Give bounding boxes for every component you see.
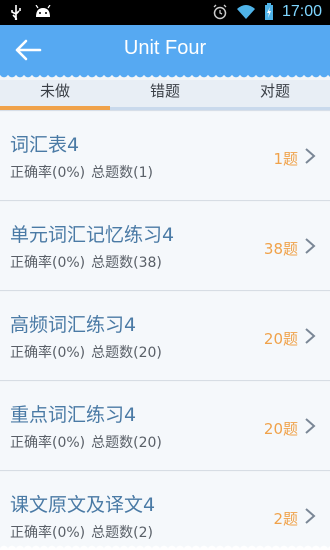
item-title: 高频词汇练习4 xyxy=(10,314,137,336)
chevron-right-icon xyxy=(305,148,316,164)
alarm-icon xyxy=(213,4,227,20)
item-accuracy: 正确率(0%) xyxy=(10,525,86,541)
item-count: 38题 xyxy=(263,240,298,258)
tab-correct[interactable]: 对题 xyxy=(220,80,330,110)
list-item[interactable]: 单元词汇记忆练习4 正确率(0%) 总题数(38) 38题 xyxy=(0,202,330,291)
item-total: 总题数(38) xyxy=(91,255,162,271)
item-stats: 正确率(0%) 总题数(1) xyxy=(10,162,153,182)
chevron-right-icon xyxy=(305,238,316,254)
list-item[interactable]: 高频词汇练习4 正确率(0%) 总题数(20) 20题 xyxy=(0,292,330,381)
item-title: 课文原文及译文4 xyxy=(10,494,156,516)
item-count: 20题 xyxy=(263,330,298,348)
item-total: 总题数(20) xyxy=(91,435,162,451)
wifi-icon xyxy=(236,5,255,19)
chevron-right-icon xyxy=(305,328,316,344)
item-title: 单元词汇记忆练习4 xyxy=(10,224,175,246)
chevron-right-icon xyxy=(305,508,316,524)
tab-bar: 未做 错题 对题 xyxy=(0,80,330,111)
item-count: 1题 xyxy=(273,150,298,168)
item-stats: 正确率(0%) 总题数(38) xyxy=(10,252,162,272)
item-total: 总题数(20) xyxy=(91,345,162,361)
list-item[interactable]: 课文原文及译文4 正确率(0%) 总题数(2) 2题 xyxy=(0,472,330,550)
tab-undone[interactable]: 未做 xyxy=(0,80,110,110)
item-count: 2题 xyxy=(273,510,298,528)
item-accuracy: 正确率(0%) xyxy=(10,255,86,271)
list-item[interactable]: 词汇表4 正确率(0%) 总题数(1) 1题 xyxy=(0,112,330,201)
item-title: 词汇表4 xyxy=(10,134,80,156)
battery-charging-icon xyxy=(264,3,273,20)
list-item[interactable]: 重点词汇练习4 正确率(0%) 总题数(20) 20题 xyxy=(0,382,330,471)
item-count: 20题 xyxy=(263,420,298,438)
tab-wrong[interactable]: 错题 xyxy=(110,80,220,110)
item-accuracy: 正确率(0%) xyxy=(10,165,86,181)
item-total: 总题数(2) xyxy=(91,525,153,541)
android-icon xyxy=(35,5,51,17)
chevron-right-icon xyxy=(305,418,316,434)
status-time: 17:00 xyxy=(281,3,322,20)
item-stats: 正确率(0%) 总题数(20) xyxy=(10,432,162,452)
item-accuracy: 正确率(0%) xyxy=(10,345,86,361)
exercise-list: 词汇表4 正确率(0%) 总题数(1) 1题 单元词汇记忆练习4 正确率(0%) 总… xyxy=(0,112,330,550)
item-accuracy: 正确率(0%) xyxy=(10,435,86,451)
item-stats: 正确率(0%) 总题数(2) xyxy=(10,522,153,542)
item-stats: 正确率(0%) 总题数(20) xyxy=(10,342,162,362)
app-header: Unit Four xyxy=(0,25,330,81)
page-title: Unit Four xyxy=(123,37,207,59)
status-bar: 17:00 xyxy=(0,0,330,25)
item-total: 总题数(1) xyxy=(91,165,153,181)
item-title: 重点词汇练习4 xyxy=(10,404,137,426)
bottom-edge xyxy=(0,542,330,550)
usb-icon xyxy=(11,5,21,20)
